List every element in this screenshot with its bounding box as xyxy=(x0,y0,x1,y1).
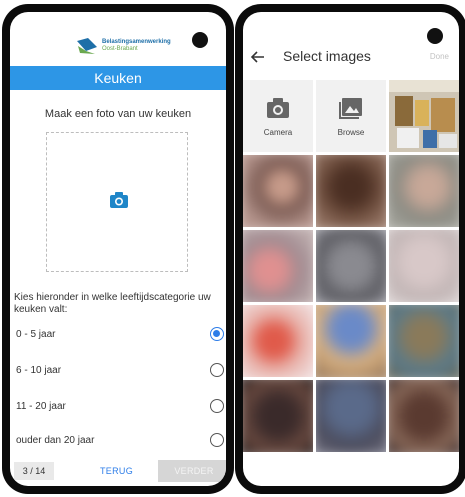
phone-left: Belastingsamenwerking Oost-Brabant Keuke… xyxy=(2,4,234,494)
option-0-5[interactable]: 0 - 5 jaar xyxy=(16,324,224,344)
browse-label: Browse xyxy=(337,128,365,137)
photo-prompt: Maak een foto van uw keuken xyxy=(44,108,192,120)
option-over-20[interactable]: ouder dan 20 jaar xyxy=(16,430,224,450)
radio-selected[interactable] xyxy=(210,327,224,341)
option-label: ouder dan 20 jaar xyxy=(16,434,95,446)
image-thumbnail[interactable] xyxy=(243,230,313,302)
camera-icon[interactable] xyxy=(109,191,129,209)
camera-tile[interactable]: Camera xyxy=(243,80,313,152)
browse-tile[interactable]: Browse xyxy=(316,80,386,152)
page-title: Keuken xyxy=(10,66,226,90)
camera-label: Camera xyxy=(263,128,293,137)
phone-right: Select images Done Camera Browse xyxy=(235,4,465,494)
page-counter: 3 / 14 xyxy=(14,462,54,480)
image-thumbnail[interactable] xyxy=(316,230,386,302)
option-label: 11 - 20 jaar xyxy=(16,400,66,412)
radio[interactable] xyxy=(210,363,224,377)
option-11-20[interactable]: 11 - 20 jaar xyxy=(16,396,224,416)
image-thumbnail[interactable] xyxy=(389,155,459,227)
image-icon xyxy=(338,96,364,120)
camera-icon xyxy=(265,96,291,120)
logo-line-1: Belastingsamenwerking xyxy=(102,39,171,45)
logo-line-2: Oost-Brabant xyxy=(102,46,138,52)
image-thumbnail[interactable] xyxy=(389,230,459,302)
image-thumbnail[interactable] xyxy=(243,380,313,452)
arrow-left-icon[interactable] xyxy=(249,48,267,66)
option-label: 6 - 10 jaar xyxy=(16,364,62,376)
right-screen: Select images Done Camera Browse xyxy=(243,12,459,486)
radio[interactable] xyxy=(210,433,224,447)
back-button[interactable]: TERUG xyxy=(100,462,133,480)
brand-logo: Belastingsamenwerking Oost-Brabant xyxy=(76,34,186,58)
image-thumbnail[interactable] xyxy=(243,305,313,377)
image-thumbnail[interactable] xyxy=(389,80,459,152)
picker-title: Select images xyxy=(283,48,371,64)
left-screen: Belastingsamenwerking Oost-Brabant Keuke… xyxy=(10,12,226,486)
image-thumbnail[interactable] xyxy=(389,305,459,377)
image-thumbnail[interactable] xyxy=(389,380,459,452)
logo-icon xyxy=(76,37,98,55)
image-thumbnail[interactable] xyxy=(316,305,386,377)
age-question: Kies hieronder in welke leeftijdscategor… xyxy=(14,292,211,315)
option-6-10[interactable]: 6 - 10 jaar xyxy=(16,360,224,380)
front-camera xyxy=(192,32,208,48)
image-thumbnail[interactable] xyxy=(316,155,386,227)
option-label: 0 - 5 jaar xyxy=(16,328,56,340)
image-thumbnail[interactable] xyxy=(316,380,386,452)
done-button[interactable]: Done xyxy=(430,52,449,61)
next-button[interactable]: VERDER xyxy=(158,460,226,482)
picker-header: Select images Done xyxy=(243,42,459,76)
radio[interactable] xyxy=(210,399,224,413)
image-thumbnail[interactable] xyxy=(243,155,313,227)
footer-navigation: 3 / 14 TERUG VERDER xyxy=(10,458,226,486)
photo-upload-area[interactable] xyxy=(46,132,188,272)
